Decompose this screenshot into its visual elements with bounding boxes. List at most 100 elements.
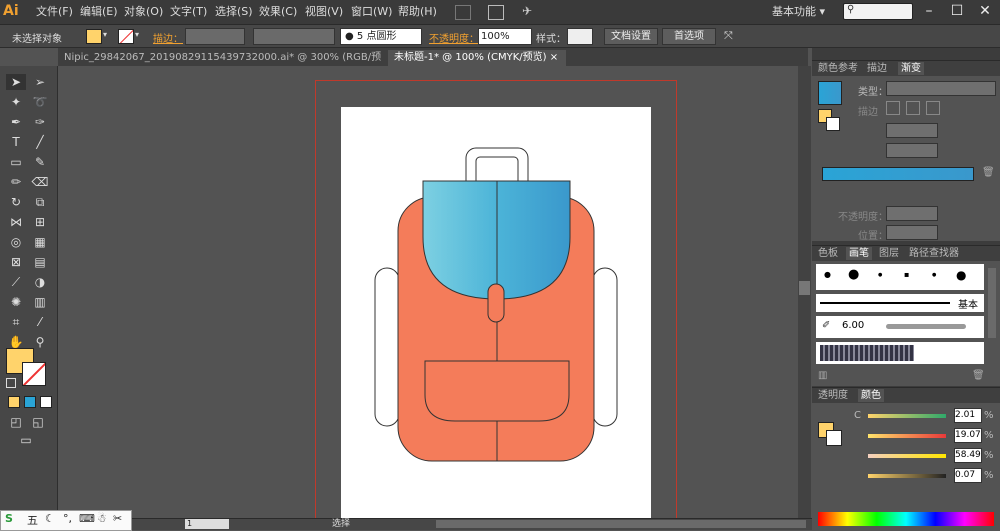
menu-select[interactable]: 选择(S) (215, 4, 253, 20)
stroke-swatch[interactable] (118, 29, 134, 44)
tab-color-guide[interactable]: 颜色参考 (815, 62, 861, 75)
chevron-down-icon[interactable]: ▾ (103, 30, 107, 39)
brush-pattern-row[interactable] (816, 342, 984, 364)
punctuation-icon[interactable]: °, (63, 512, 72, 525)
settings-icon[interactable]: ✂ (113, 512, 122, 525)
stroke-label[interactable]: 描边： (153, 30, 183, 45)
tab-brushes[interactable]: 画笔 (846, 247, 872, 260)
gpu-icon[interactable]: ✈ (522, 4, 536, 18)
menu-file[interactable]: 文件(F) (36, 4, 73, 20)
close-button[interactable]: ✕ (971, 2, 999, 20)
ime-toolbar[interactable]: S 五 ☾ °, ⌨ ☃ ✂ (0, 510, 132, 531)
yellow-field[interactable]: 58.49 (954, 448, 982, 463)
none-mode-icon[interactable] (40, 396, 52, 408)
perspective-grid-icon[interactable]: ▦ (30, 234, 50, 250)
magic-wand-icon[interactable]: ✦ (6, 94, 26, 110)
brush-dot-icon[interactable]: ▪ (904, 270, 909, 279)
tab-document-2[interactable]: 未标题-1* @ 100% (CMYK/预览) × (388, 50, 566, 66)
pencil-tool-icon[interactable]: ✏ (6, 174, 26, 190)
eyedropper-icon[interactable]: ⟋ (6, 274, 26, 290)
brush-basic-row[interactable]: 基本 (816, 294, 984, 312)
angle-field[interactable] (886, 123, 938, 138)
curvature-tool-icon[interactable]: ✑ (30, 114, 50, 130)
tab-layers[interactable]: 图层 (876, 247, 902, 260)
trash-icon[interactable]: 🗑 (972, 370, 985, 381)
scale-tool-icon[interactable]: ⧉ (30, 194, 50, 210)
artboard-tool-icon[interactable]: ⌗ (6, 314, 26, 330)
page-field[interactable]: 1 (185, 519, 229, 529)
opacity-field[interactable]: 100% (478, 28, 532, 45)
maximize-button[interactable]: ☐ (943, 2, 971, 20)
pen-tool-icon[interactable]: ✒ (6, 114, 26, 130)
preferences-button[interactable]: 首选项 (662, 28, 716, 45)
menu-window[interactable]: 窗口(W) (351, 4, 392, 20)
draw-inside-icon[interactable]: ◱ (28, 414, 48, 430)
color-spectrum[interactable] (818, 512, 994, 526)
keyboard-icon[interactable]: ⌨ (79, 512, 95, 525)
eraser-icon[interactable]: ⌫ (30, 174, 50, 190)
column-graph-icon[interactable]: ▥ (30, 294, 50, 310)
artboard[interactable] (341, 107, 651, 518)
moon-icon[interactable]: ☾ (45, 512, 55, 525)
brush-dot-icon[interactable]: ● (824, 270, 831, 279)
black-slider[interactable] (868, 474, 946, 478)
magenta-field[interactable]: 19.07 (954, 428, 982, 443)
yellow-slider[interactable] (868, 454, 946, 458)
brush-dot-icon[interactable]: ● (932, 272, 936, 278)
tab-transparency[interactable]: 透明度 (815, 389, 851, 402)
selection-tool-icon[interactable]: ➤ (6, 74, 26, 90)
arrange-documents-icon[interactable] (488, 5, 504, 20)
aspect-ratio-field[interactable] (886, 143, 938, 158)
width-tool-icon[interactable]: ⋈ (6, 214, 26, 230)
menu-edit[interactable]: 编辑(E) (80, 4, 118, 20)
tab-pathfinder[interactable]: 路径查找器 (906, 247, 962, 260)
free-transform-icon[interactable]: ⊞ (30, 214, 50, 230)
brush-presets[interactable]: ● ● ● ▪ ● ● (816, 264, 984, 290)
screen-mode-icon[interactable]: ▭ (16, 432, 36, 448)
skin-icon[interactable]: ☃ (97, 512, 107, 525)
location-field[interactable] (886, 225, 938, 240)
brush-size-row[interactable]: ✐ 6.00 (816, 316, 984, 338)
brush-definition[interactable]: ● 5 点圆形 (340, 28, 422, 45)
direct-selection-tool-icon[interactable]: ➢ (30, 74, 50, 90)
variable-width-profile[interactable] (253, 28, 335, 45)
tab-color[interactable]: 颜色 (858, 389, 884, 402)
graphic-style-swatch[interactable] (567, 28, 593, 45)
ime-mode-label[interactable]: 五 (27, 512, 38, 528)
mesh-tool-icon[interactable]: ⊠ (6, 254, 26, 270)
menu-view[interactable]: 视图(V) (305, 4, 343, 20)
gradient-mode-icon[interactable] (24, 396, 36, 408)
arrange-icon[interactable]: ⤧ (724, 29, 733, 43)
tab-swatches[interactable]: 色板 (815, 247, 841, 260)
default-colors-icon[interactable] (6, 378, 16, 388)
canvas[interactable] (58, 66, 798, 518)
color-stroke-indicator[interactable] (826, 430, 842, 446)
trash-icon[interactable]: 🗑 (982, 167, 995, 178)
tab-gradient[interactable]: 渐变 (898, 62, 924, 75)
slice-tool-icon[interactable]: ⁄ (30, 314, 50, 330)
cyan-field[interactable]: 2.01 (954, 408, 982, 423)
blend-tool-icon[interactable]: ◑ (30, 274, 50, 290)
stroke-along-icon[interactable] (906, 101, 920, 115)
stroke-within-icon[interactable] (886, 101, 900, 115)
stroke-color-box[interactable] (22, 362, 46, 386)
search-input[interactable]: ⚲ (843, 3, 913, 20)
stroke-indicator[interactable] (826, 117, 840, 131)
gradient-slider[interactable] (822, 167, 974, 181)
workspace-switcher[interactable]: 基本功能 ▾ (772, 3, 825, 19)
vertical-scrollbar[interactable] (798, 66, 811, 518)
brushes-scrollbar[interactable] (988, 268, 996, 338)
minimize-button[interactable]: – (915, 2, 943, 20)
lasso-icon[interactable]: ➰ (30, 94, 50, 110)
close-icon[interactable]: × (550, 52, 558, 63)
color-mode-icon[interactable] (8, 396, 20, 408)
shape-builder-icon[interactable]: ◎ (6, 234, 26, 250)
horizontal-scrollbar[interactable] (436, 520, 806, 528)
menu-type[interactable]: 文字(T) (170, 4, 207, 20)
gradient-thumbnail[interactable] (818, 81, 842, 105)
document-setup-button[interactable]: 文档设置 (604, 28, 658, 45)
rotate-tool-icon[interactable]: ↻ (6, 194, 26, 210)
menu-effect[interactable]: 效果(C) (259, 4, 297, 20)
fill-swatch[interactable] (86, 29, 102, 44)
gradient-opacity-field[interactable] (886, 206, 938, 221)
